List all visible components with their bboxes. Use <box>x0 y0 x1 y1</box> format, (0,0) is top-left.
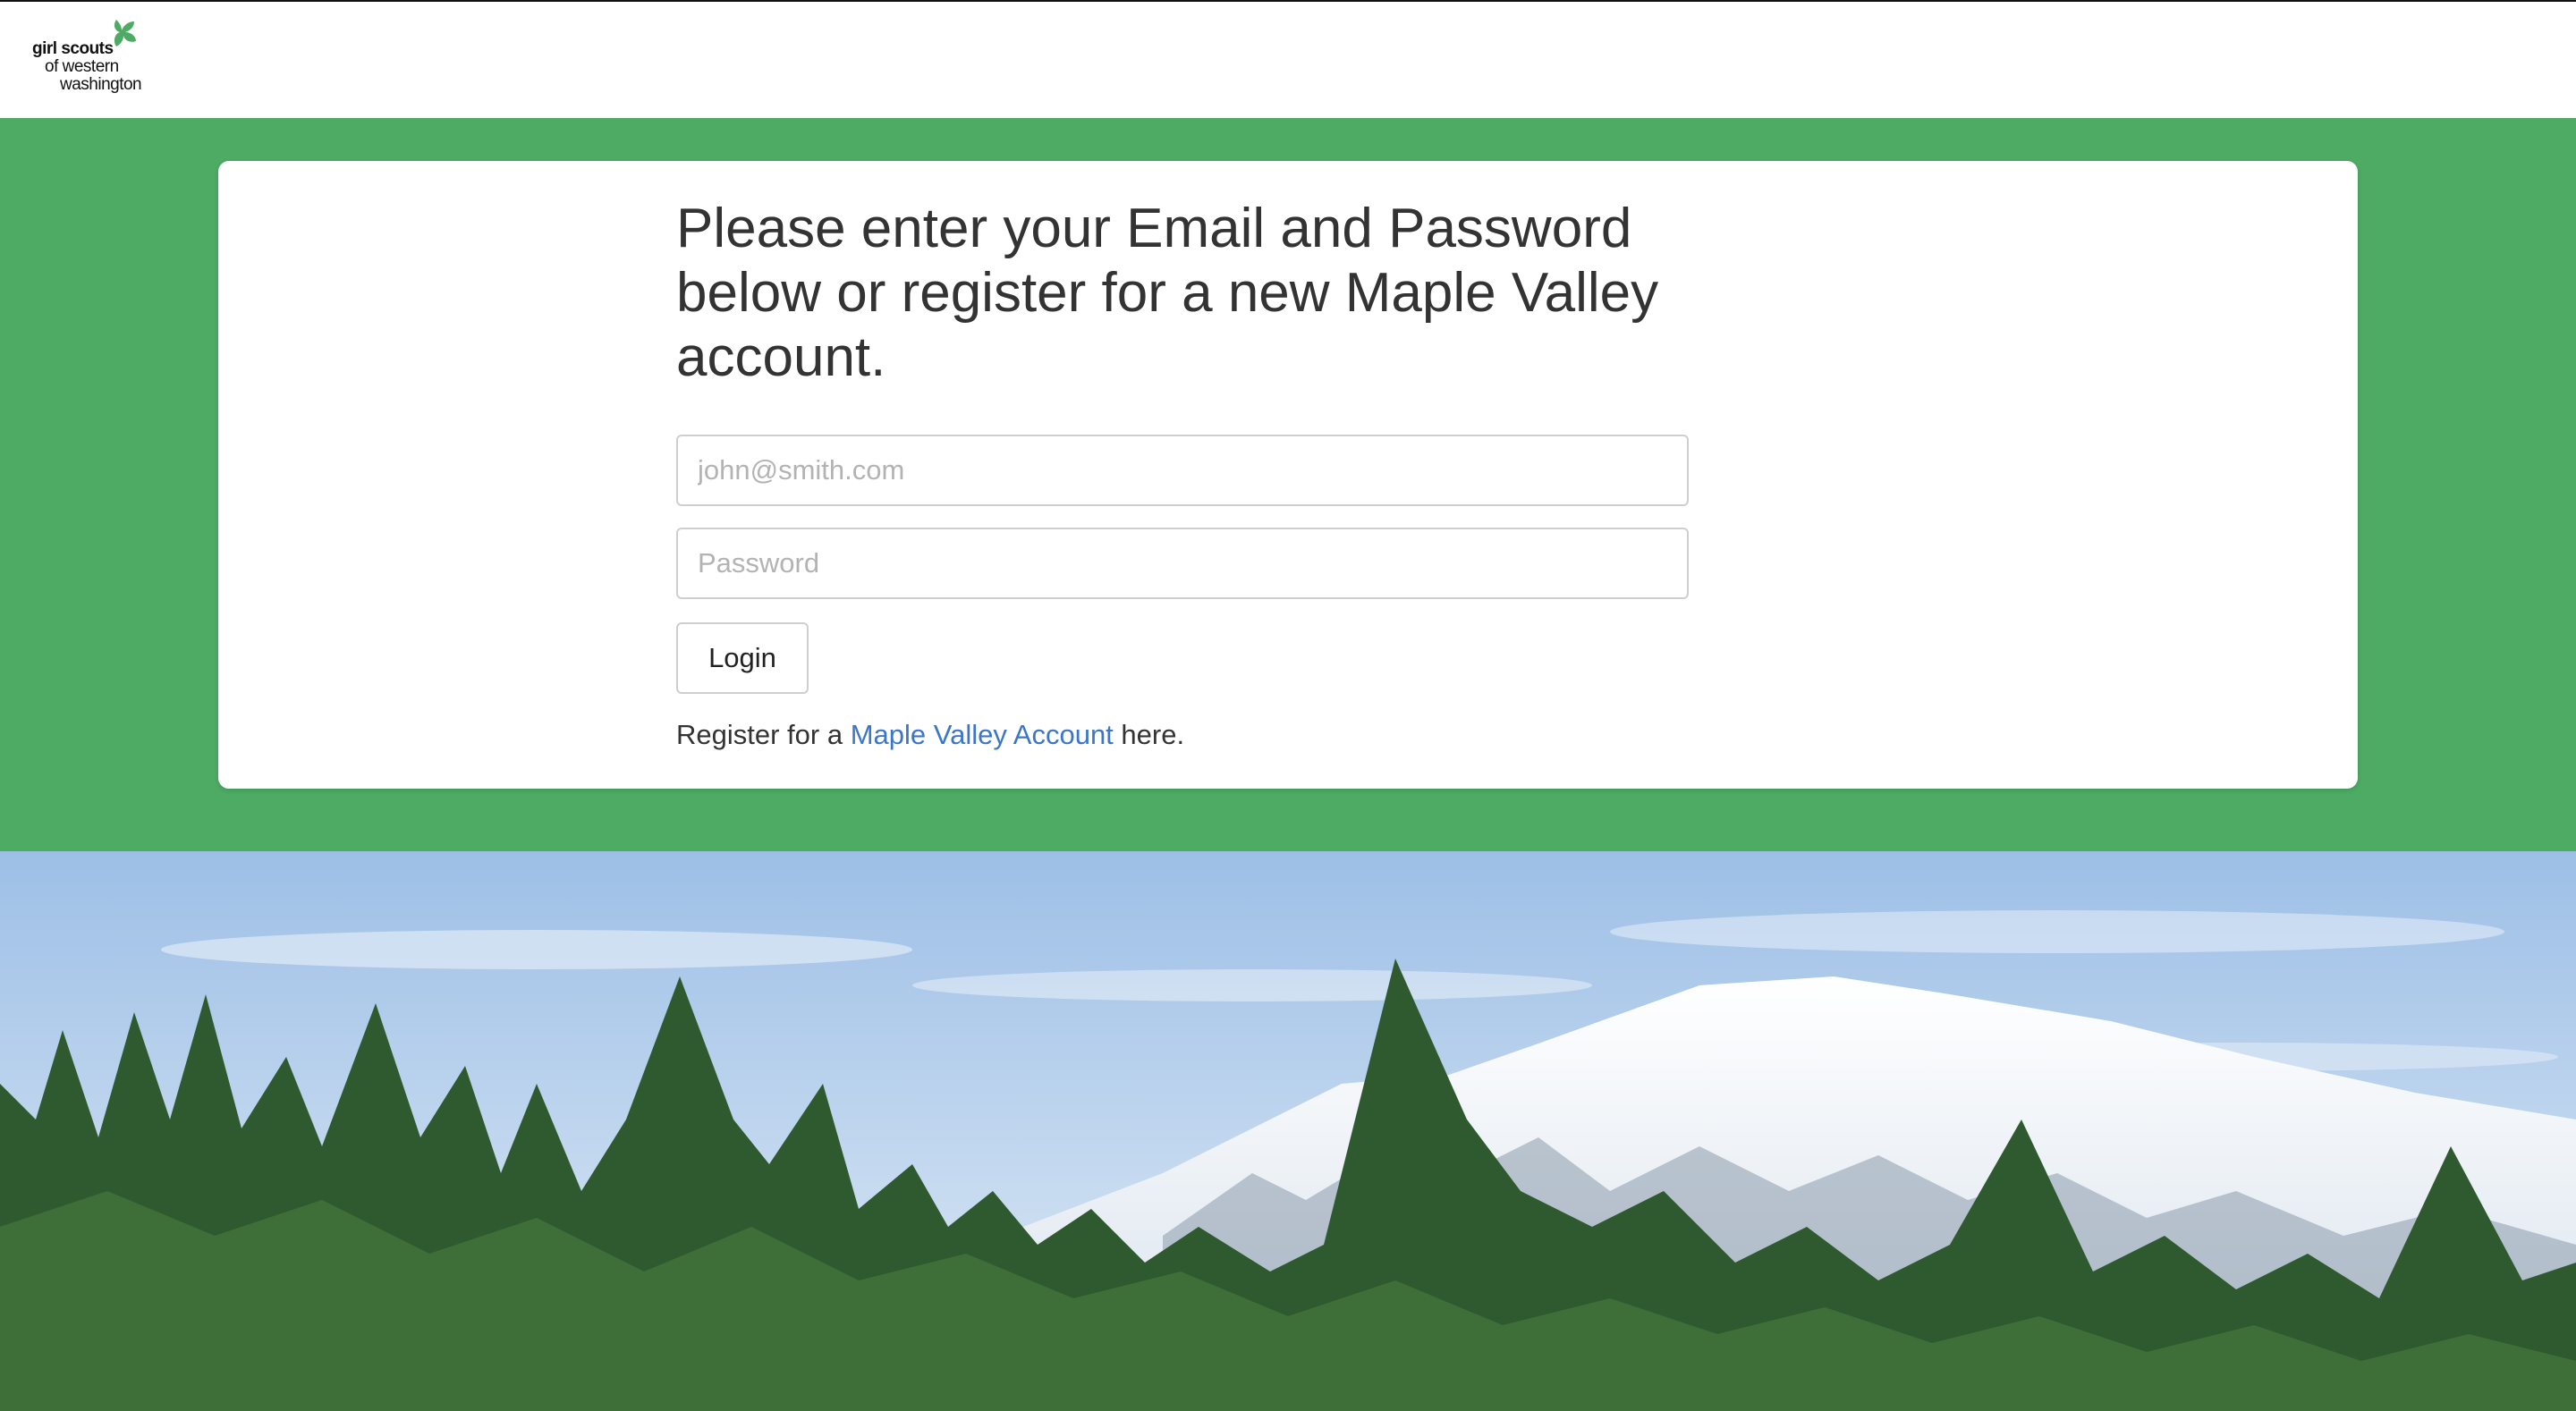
logo-line-1: girl scouts <box>32 39 114 58</box>
register-suffix: here. <box>1113 719 1185 750</box>
register-text: Register for a Maple Valley Account here… <box>676 719 1689 751</box>
register-link[interactable]: Maple Valley Account <box>851 719 1114 750</box>
logo-line-2: of western <box>45 57 119 76</box>
email-field[interactable] <box>676 435 1689 506</box>
login-card: Please enter your Email and Password bel… <box>218 161 2358 789</box>
girl-scouts-logo[interactable]: girl scouts of western washington <box>30 16 165 98</box>
password-field[interactable] <box>676 528 1689 599</box>
register-prefix: Register for a <box>676 719 851 750</box>
logo-line-3: washington <box>60 75 142 94</box>
login-button[interactable]: Login <box>676 622 809 694</box>
login-heading: Please enter your Email and Password bel… <box>676 198 1659 388</box>
site-header: girl scouts of western washington <box>0 2 2576 118</box>
mountain-landscape-image <box>0 851 2576 1411</box>
login-form: Please enter your Email and Password bel… <box>676 197 1689 751</box>
